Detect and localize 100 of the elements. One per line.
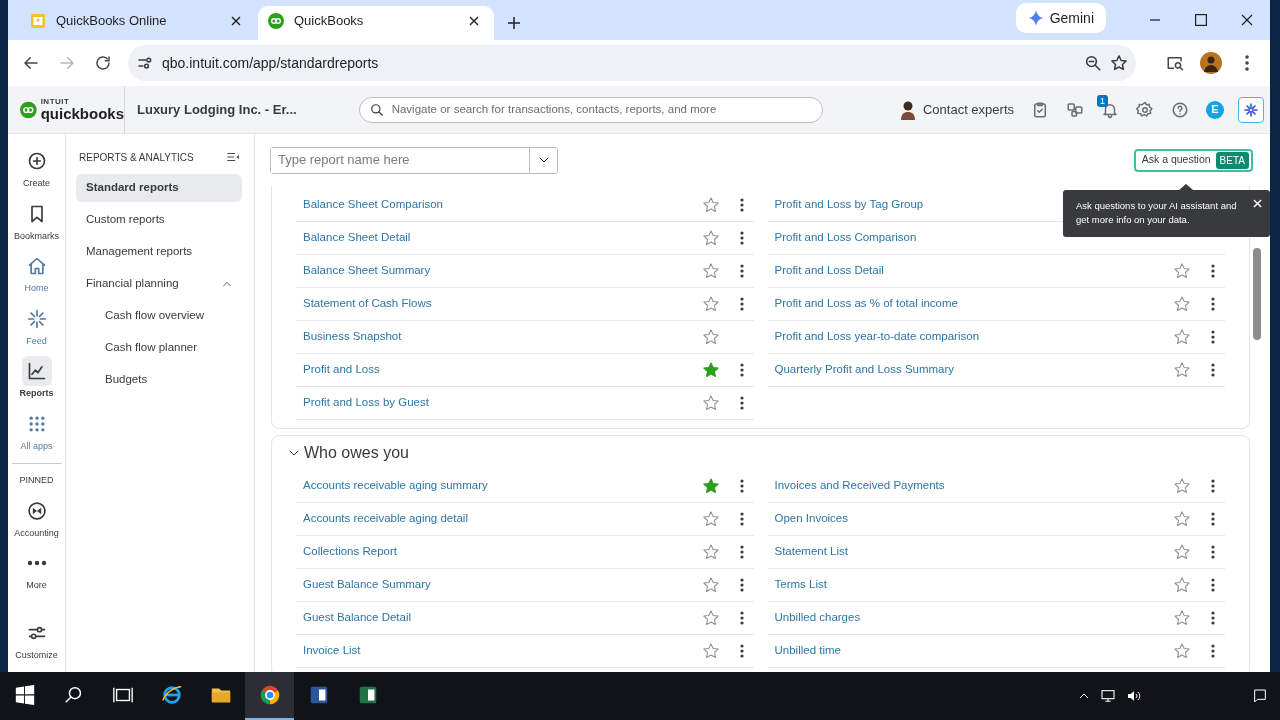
sidebar-item[interactable]: Cash flow overview	[76, 302, 242, 330]
gemini-button[interactable]: Gemini	[1015, 3, 1106, 33]
maximize-icon	[1195, 14, 1207, 26]
report-link[interactable]: Business Snapshot	[303, 328, 699, 346]
star-icon	[701, 196, 720, 214]
notification-count: 1	[1097, 94, 1108, 107]
account-button[interactable]: E	[1200, 94, 1230, 125]
report-link[interactable]: Profit and Loss Comparison	[774, 229, 1225, 247]
bowtie-circle-icon	[26, 500, 47, 521]
report-link[interactable]: Balance Sheet Comparison	[303, 196, 699, 214]
close-icon	[469, 16, 479, 26]
sidebar-item[interactable]: Standard reports	[76, 174, 242, 202]
sidebar-heading: REPORTS & ANALYTICS	[79, 150, 194, 165]
browser-tab[interactable]: QuickBooks	[258, 6, 494, 40]
assistant-button[interactable]	[1238, 96, 1264, 123]
nav-rail-item[interactable]: Accounting	[8, 495, 65, 540]
report-link[interactable]: Balance Sheet Detail	[303, 229, 699, 247]
report-link[interactable]: Unbilled charges	[774, 609, 1170, 627]
nav-rail-item[interactable]: Home	[8, 251, 65, 296]
sidebar-item[interactable]: Financial planning	[76, 270, 242, 298]
home-icon	[26, 256, 47, 276]
star-icon	[1173, 609, 1191, 627]
section-header[interactable]: Who owes you	[288, 436, 409, 470]
ask-question-button[interactable]: Ask a question BETA	[1133, 148, 1253, 172]
nav-rail-item[interactable]: Reports	[8, 356, 65, 401]
nav-rail-item[interactable]: Create	[8, 146, 65, 191]
report-link[interactable]: Quarterly Profit and Loss Summary	[774, 361, 1170, 379]
sidebar-item[interactable]: Custom reports	[76, 206, 242, 234]
close-tooltip-button[interactable]	[1250, 196, 1264, 210]
ledger-logo-icon	[268, 13, 284, 29]
more-vertical-icon	[739, 297, 744, 311]
report-link[interactable]: Accounts receivable aging summary	[303, 477, 699, 495]
report-link[interactable]: Profit and Loss as % of total income	[774, 295, 1170, 313]
report-link[interactable]: Collections Report	[303, 543, 699, 561]
network-icon[interactable]	[1100, 688, 1116, 704]
report-link[interactable]: Statement List	[774, 543, 1170, 561]
more-vertical-icon	[1211, 545, 1215, 559]
search-input[interactable]: Navigate or search for transactions, contacts, reports, and more	[389, 99, 812, 120]
nav-rail-item[interactable]: All apps	[8, 408, 65, 453]
scrollbar-thumb[interactable]	[1253, 248, 1261, 340]
more-vertical-icon	[1211, 479, 1215, 493]
report-search-field[interactable]: Type report name here	[270, 146, 558, 174]
browser-tab[interactable]: QuickBooks Online	[20, 6, 256, 40]
reload-icon	[94, 54, 112, 72]
sparkle-icon	[1027, 10, 1044, 26]
line-chart-icon	[26, 361, 47, 381]
more-vertical-icon	[1211, 264, 1215, 278]
address-bar[interactable]: qbo.intuit.com/app/standardreports	[128, 45, 1136, 81]
zoom-out-icon[interactable]	[1084, 54, 1102, 72]
report-link[interactable]: Unbilled time	[774, 642, 1170, 660]
more-vertical-icon	[1211, 578, 1215, 592]
more-icon	[26, 560, 47, 566]
report-link[interactable]: Open Invoices	[774, 510, 1170, 528]
tooltip-text: Ask questions to your AI assistant and get more info on your data.	[1076, 199, 1238, 228]
collapse-menu-icon	[226, 150, 240, 164]
bookmark-star-icon[interactable]	[1110, 54, 1128, 72]
app-logo[interactable]: INTUIT quickbooks	[8, 86, 125, 133]
section-label: PINNED	[19, 474, 54, 487]
global-search-field[interactable]: Navigate or search for transactions, contacts, reports, and more	[358, 96, 823, 123]
report-link[interactable]: Accounts receivable aging detail	[303, 510, 699, 528]
nav-rail-item[interactable]: Feed	[8, 303, 65, 348]
more-vertical-icon	[739, 231, 744, 245]
star-icon	[701, 361, 720, 379]
close-icon	[1241, 14, 1253, 26]
report-link[interactable]: Statement of Cash Flows	[303, 295, 699, 313]
report-link[interactable]: Profit and Loss year-to-date comparison	[774, 328, 1170, 346]
sidebar-item[interactable]: Cash flow planner	[76, 334, 242, 362]
report-link[interactable]: Terms List	[774, 576, 1170, 594]
more-vertical-icon	[739, 644, 744, 658]
notifications-button[interactable]: 1	[1095, 94, 1125, 125]
star-icon	[701, 642, 720, 660]
sidebar-item[interactable]: Budgets	[76, 366, 242, 394]
report-link[interactable]: Invoices and Received Payments	[774, 477, 1170, 495]
beta-badge: BETA	[1215, 151, 1249, 169]
star-icon	[1173, 510, 1191, 528]
notification-icon[interactable]	[1252, 688, 1268, 704]
star-icon	[701, 609, 720, 627]
more-vertical-icon	[1211, 297, 1215, 311]
search-icon	[369, 102, 384, 117]
star-icon	[1173, 262, 1191, 280]
taskbar-app[interactable]	[245, 672, 294, 720]
site-settings-icon	[136, 54, 154, 72]
sidebar-item[interactable]: Management reports	[76, 238, 242, 266]
nav-rail-item[interactable]: Bookmarks	[8, 198, 65, 243]
contact-experts-button[interactable]: Contact experts	[894, 98, 1020, 121]
more-vertical-icon	[739, 363, 744, 377]
report-link[interactable]: Profit and Loss	[303, 361, 699, 379]
company-name[interactable]: Luxury Lodging Inc. - Er...	[137, 99, 297, 120]
star-icon	[701, 328, 720, 346]
more-vertical-icon	[739, 264, 744, 278]
report-link[interactable]: Guest Balance Detail	[303, 609, 699, 627]
back-arrow-icon	[22, 54, 40, 72]
star-icon	[701, 295, 720, 313]
report-link[interactable]: Guest Balance Summary	[303, 576, 699, 594]
report-link[interactable]: Profit and Loss Detail	[774, 262, 1170, 280]
nav-rail-item[interactable]: More	[8, 548, 65, 593]
report-link[interactable]: Balance Sheet Summary	[303, 262, 699, 280]
nav-rail-item[interactable]: Customize	[8, 617, 65, 662]
report-link[interactable]: Invoice List	[303, 642, 699, 660]
report-link[interactable]: Profit and Loss by Guest	[303, 394, 699, 412]
